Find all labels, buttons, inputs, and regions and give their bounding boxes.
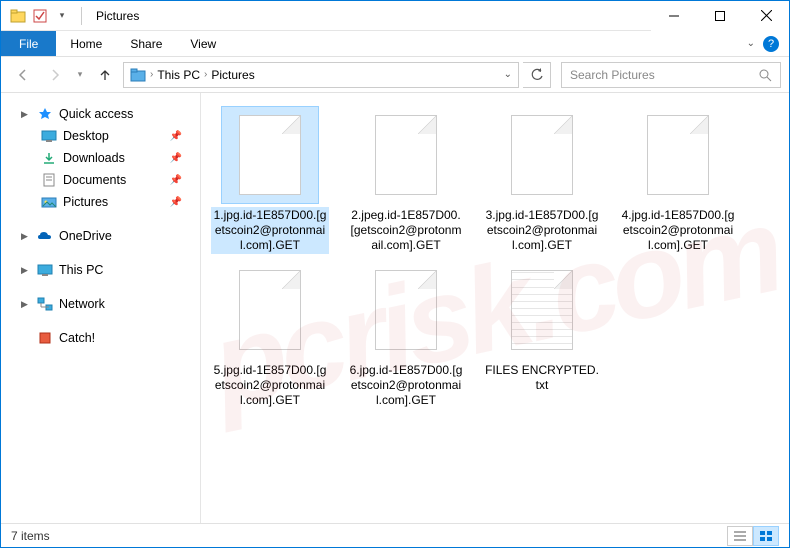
desktop-icon <box>41 128 57 144</box>
minimize-button[interactable] <box>651 1 697 31</box>
breadcrumb-thispc[interactable]: This PC <box>157 68 200 82</box>
file-name: 6.jpg.id-1E857D00.[getscoin2@protonmail.… <box>347 362 465 409</box>
explorer-window: ▾ Pictures File Home Share View ⌄ ? ▾ › … <box>0 0 790 548</box>
file-item[interactable]: 2.jpeg.id-1E857D00.[getscoin2@protonmail… <box>347 107 465 254</box>
sidebar-network[interactable]: ▶Network <box>1 293 200 315</box>
sidebar-item-desktop[interactable]: Desktop📌 <box>1 125 200 147</box>
thispc-icon <box>37 262 53 278</box>
pin-icon: 📌 <box>170 197 192 208</box>
ribbon: File Home Share View ⌄ ? <box>1 31 789 57</box>
body: ▶Quick access Desktop📌 Downloads📌 Docume… <box>1 93 789 523</box>
chevron-right-icon: › <box>150 69 153 80</box>
file-thumbnail <box>358 107 454 203</box>
file-thumbnail <box>358 262 454 358</box>
blank-file-icon <box>375 115 437 195</box>
quick-access-toolbar: ▾ Pictures <box>1 7 139 25</box>
blank-file-icon <box>511 115 573 195</box>
recent-dropdown[interactable]: ▾ <box>73 61 87 89</box>
forward-button[interactable] <box>41 61 69 89</box>
close-button[interactable] <box>743 1 789 31</box>
window-title: Pictures <box>96 9 139 23</box>
address-dropdown-icon[interactable]: ⌄ <box>504 69 512 80</box>
view-tab[interactable]: View <box>176 31 230 56</box>
file-item[interactable]: 1.jpg.id-1E857D00.[getscoin2@protonmail.… <box>211 107 329 254</box>
catch-icon <box>37 330 53 346</box>
file-item[interactable]: 6.jpg.id-1E857D00.[getscoin2@protonmail.… <box>347 262 465 409</box>
search-icon <box>758 68 772 82</box>
blank-file-icon <box>239 270 301 350</box>
star-icon <box>37 106 53 122</box>
file-thumbnail <box>494 107 590 203</box>
pictures-folder-icon <box>41 194 57 210</box>
separator <box>81 7 82 25</box>
navigation-bar: ▾ › This PC › Pictures ⌄ Search Pictures <box>1 57 789 93</box>
folder-icon <box>9 7 27 25</box>
thumbnails-view-button[interactable] <box>753 526 779 546</box>
back-button[interactable] <box>9 61 37 89</box>
details-view-button[interactable] <box>727 526 753 546</box>
file-name: 2.jpeg.id-1E857D00.[getscoin2@protonmail… <box>347 207 465 254</box>
text-file-icon <box>511 270 573 350</box>
up-button[interactable] <box>91 61 119 89</box>
pin-icon: 📌 <box>170 175 192 186</box>
sidebar-item-pictures[interactable]: Pictures📌 <box>1 191 200 213</box>
refresh-button[interactable] <box>523 62 551 88</box>
sidebar-catch[interactable]: Catch! <box>1 327 200 349</box>
file-item[interactable]: 5.jpg.id-1E857D00.[getscoin2@protonmail.… <box>211 262 329 409</box>
pin-icon: 📌 <box>170 153 192 164</box>
file-item[interactable]: 4.jpg.id-1E857D00.[getscoin2@protonmail.… <box>619 107 737 254</box>
sidebar-thispc[interactable]: ▶This PC <box>1 259 200 281</box>
blank-file-icon <box>239 115 301 195</box>
address-bar[interactable]: › This PC › Pictures ⌄ <box>123 62 519 88</box>
search-input[interactable]: Search Pictures <box>561 62 781 88</box>
file-thumbnail <box>222 107 318 203</box>
file-thumbnail <box>630 107 726 203</box>
file-name: 3.jpg.id-1E857D00.[getscoin2@protonmail.… <box>483 207 601 254</box>
blank-file-icon <box>375 270 437 350</box>
share-tab[interactable]: Share <box>116 31 176 56</box>
sidebar-item-downloads[interactable]: Downloads📌 <box>1 147 200 169</box>
file-name: FILES ENCRYPTED.txt <box>483 362 601 394</box>
file-name: 4.jpg.id-1E857D00.[getscoin2@protonmail.… <box>619 207 737 254</box>
help-icon[interactable]: ? <box>763 36 779 52</box>
dropdown-icon[interactable]: ▾ <box>53 7 71 25</box>
navigation-pane: ▶Quick access Desktop📌 Downloads📌 Docume… <box>1 93 201 523</box>
file-item[interactable]: 3.jpg.id-1E857D00.[getscoin2@protonmail.… <box>483 107 601 254</box>
status-bar: 7 items <box>1 523 789 547</box>
sidebar-quick-access[interactable]: ▶Quick access <box>1 103 200 125</box>
file-thumbnail <box>222 262 318 358</box>
search-placeholder: Search Pictures <box>570 68 655 82</box>
file-tab[interactable]: File <box>1 31 56 56</box>
downloads-icon <box>41 150 57 166</box>
onedrive-icon <box>37 228 53 244</box>
file-thumbnail <box>494 262 590 358</box>
pin-icon: 📌 <box>170 131 192 142</box>
blank-file-icon <box>647 115 709 195</box>
ribbon-expand-icon[interactable]: ⌄ <box>747 38 755 49</box>
home-tab[interactable]: Home <box>56 31 116 56</box>
breadcrumb-pictures[interactable]: Pictures <box>211 68 254 82</box>
properties-icon[interactable] <box>31 7 49 25</box>
file-name: 5.jpg.id-1E857D00.[getscoin2@protonmail.… <box>211 362 329 409</box>
documents-icon <box>41 172 57 188</box>
file-item[interactable]: FILES ENCRYPTED.txt <box>483 262 601 409</box>
file-list[interactable]: 1.jpg.id-1E857D00.[getscoin2@protonmail.… <box>201 93 789 523</box>
pictures-icon <box>130 67 146 83</box>
file-name: 1.jpg.id-1E857D00.[getscoin2@protonmail.… <box>211 207 329 254</box>
item-count: 7 items <box>11 529 50 543</box>
titlebar: ▾ Pictures <box>1 1 789 31</box>
maximize-button[interactable] <box>697 1 743 31</box>
chevron-right-icon: › <box>204 69 207 80</box>
sidebar-onedrive[interactable]: ▶OneDrive <box>1 225 200 247</box>
sidebar-item-documents[interactable]: Documents📌 <box>1 169 200 191</box>
network-icon <box>37 296 53 312</box>
window-controls <box>651 1 789 31</box>
